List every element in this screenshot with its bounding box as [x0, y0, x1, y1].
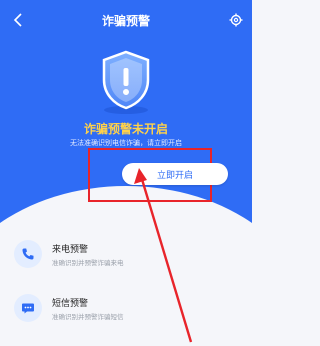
- feature-name: 来电预警: [52, 245, 89, 255]
- gear-icon: [229, 13, 243, 27]
- status-description: 无法准确识别电信诈骗，请立即开启: [70, 139, 182, 147]
- settings-button[interactable]: [226, 10, 246, 30]
- page-title: 诈骗预警: [101, 14, 150, 28]
- status-headline: 诈骗预警未开启: [83, 122, 168, 136]
- feature-description: 准确识别并预警诈骗来电: [52, 259, 124, 267]
- sms-icon: [14, 294, 42, 322]
- feature-sms-warning[interactable]: 短信预警 准确识别并预警诈骗短信: [14, 292, 214, 326]
- feature-call-warning[interactable]: 来电预警 准确识别并预警诈骗来电: [14, 238, 214, 272]
- feature-description: 准确识别并预警诈骗短信: [52, 313, 124, 321]
- shield-icon: [96, 48, 156, 116]
- status-bar: [0, 0, 252, 8]
- enable-now-button[interactable]: 立即开启: [122, 163, 228, 185]
- phone-icon: [14, 240, 42, 268]
- feature-name: 短信预警: [52, 299, 89, 309]
